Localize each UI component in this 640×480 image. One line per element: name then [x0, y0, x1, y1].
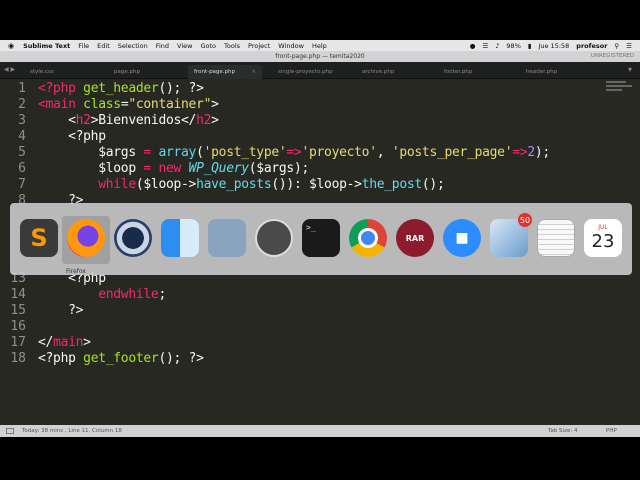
tab-page-php[interactable]: page.php	[114, 65, 140, 79]
code-line-2: <main class="container">	[38, 97, 219, 112]
tab-overflow-icon[interactable]: ▾	[628, 65, 632, 74]
preview-icon[interactable]	[208, 219, 246, 257]
chrome-center-shape	[358, 228, 378, 248]
menu-help[interactable]: Help	[312, 42, 327, 50]
zoom-icon[interactable]: ■	[443, 219, 481, 257]
tab-front-page-php[interactable]: front-page.php ×	[188, 65, 262, 79]
tab-label: single-proyecto.php	[278, 69, 333, 75]
tab-single-proyecto-php[interactable]: single-proyecto.php	[278, 65, 333, 79]
line-number: 6	[18, 161, 26, 176]
tab-archive-php[interactable]: archive.php	[362, 65, 394, 79]
apple-menu-icon[interactable]: ◉	[8, 42, 14, 50]
spotlight-icon[interactable]: ⚲	[614, 42, 619, 50]
rar-icon[interactable]: RAR	[396, 219, 434, 257]
quicktime-icon[interactable]	[114, 219, 152, 257]
line-number: 15	[10, 303, 26, 318]
menu-file[interactable]: File	[78, 42, 89, 50]
clock[interactable]: Jue 15:58	[538, 42, 569, 50]
line-number: 17	[10, 335, 26, 350]
tab-size-selector[interactable]: Tab Size: 4	[548, 428, 577, 434]
panel-toggle-icon[interactable]	[6, 428, 14, 434]
firefox-icon[interactable]	[67, 219, 105, 257]
menu-selection[interactable]: Selection	[118, 42, 148, 50]
tab-label: header.php	[526, 69, 558, 75]
textedit-icon[interactable]	[537, 219, 575, 257]
line-number: 2	[18, 97, 26, 112]
tab-nav-arrows-icon[interactable]: ◀ ▶	[4, 66, 15, 73]
camera-glyph: ■	[455, 230, 469, 246]
menu-app-name[interactable]: Sublime Text	[23, 42, 70, 50]
code-line-5: $args = array('post_type'=>'proyecto', '…	[38, 145, 550, 160]
dock-tooltip: Firefox	[66, 268, 86, 275]
tab-bar: ◀ ▶ style.css page.php front-page.php × …	[0, 62, 640, 79]
sublime-glyph: S	[30, 224, 48, 252]
notification-center-icon[interactable]: ☰	[626, 42, 632, 50]
code-line-3: <h2>Bienvenidos</h2>	[38, 113, 219, 128]
tab-label: archive.php	[362, 69, 395, 75]
syntax-selector[interactable]: PHP	[606, 428, 617, 434]
battery-icon[interactable]: ▮	[528, 42, 532, 50]
user-name[interactable]: profesor	[576, 42, 607, 50]
tab-label: style.css	[30, 69, 54, 75]
unregistered-label: UNREGISTERED	[590, 53, 634, 59]
line-number: 14	[10, 287, 26, 302]
code-line-6: $loop = new WP_Query($args);	[38, 161, 309, 176]
menu-goto[interactable]: Goto	[200, 42, 216, 50]
menu-find[interactable]: Find	[156, 42, 169, 50]
code-line-4: <?php	[38, 129, 106, 144]
minimap[interactable]	[606, 79, 636, 99]
battery-percent[interactable]: 98%	[506, 42, 520, 50]
wifi-icon[interactable]: ☰	[482, 42, 488, 50]
finder-icon[interactable]	[161, 219, 199, 257]
rar-glyph: RAR	[405, 233, 425, 243]
code-line-14: endwhile;	[98, 287, 166, 302]
terminal-prompt-glyph: >_	[306, 223, 316, 232]
window-title-bar: front-page.php — temita2020 UNREGISTERED	[0, 51, 640, 62]
menu-bar: ◉ Sublime Text File Edit Selection Find …	[0, 40, 640, 51]
tab-footer-php[interactable]: footer.php	[444, 65, 472, 79]
status-position: Today: 38 mins , Line 11, Column 18	[22, 428, 122, 434]
terminal-icon[interactable]: >_	[302, 219, 340, 257]
tab-header-php[interactable]: header.php	[526, 65, 557, 79]
tab-label: page.php	[114, 69, 140, 75]
record-icon[interactable]: ●	[470, 42, 476, 50]
notification-badge: 50	[518, 213, 532, 227]
line-number: 16	[10, 319, 26, 334]
calendar-day: 23	[591, 231, 615, 252]
status-menus: ● ☰ ♪ 98% ▮ Jue 15:58 profesor ⚲ ☰	[470, 40, 632, 51]
tab-style-css[interactable]: style.css	[30, 65, 54, 79]
menu-edit[interactable]: Edit	[97, 42, 110, 50]
window-title: front-page.php — temita2020	[275, 53, 365, 60]
line-number: 7	[18, 177, 26, 192]
line-number: 18	[10, 351, 26, 366]
volume-icon[interactable]: ♪	[495, 42, 499, 50]
close-tab-icon[interactable]: ×	[251, 69, 256, 75]
sublime-icon[interactable]: S	[20, 219, 58, 257]
code-line-17: </main>	[38, 335, 91, 350]
menu-window[interactable]: Window	[278, 42, 304, 50]
code-line-7: while($loop->have_posts()): $loop->the_p…	[98, 177, 445, 192]
mail-icon[interactable]: 50	[490, 213, 532, 257]
code-line-15: ?>	[38, 303, 84, 318]
calendar-icon[interactable]: JUL 23	[584, 219, 622, 257]
code-line-18: <?php get_footer(); ?>	[38, 351, 204, 366]
tab-label: footer.php	[444, 69, 473, 75]
tab-label: front-page.php	[194, 69, 236, 75]
menu-tools[interactable]: Tools	[224, 42, 240, 50]
code-line-1: <?php get_header(); ?>	[38, 81, 204, 96]
chrome-icon[interactable]	[349, 219, 387, 257]
line-number: 1	[18, 81, 26, 96]
menu-view[interactable]: View	[177, 42, 192, 50]
menu-project[interactable]: Project	[248, 42, 270, 50]
line-number: 5	[18, 145, 26, 160]
status-bar: Today: 38 mins , Line 11, Column 18 Tab …	[0, 425, 640, 437]
dock-icons: S >_ RAR ■ 50 JUL 23	[10, 203, 632, 275]
mamp-icon[interactable]	[255, 219, 293, 257]
line-number: 3	[18, 113, 26, 128]
line-number: 4	[18, 129, 26, 144]
